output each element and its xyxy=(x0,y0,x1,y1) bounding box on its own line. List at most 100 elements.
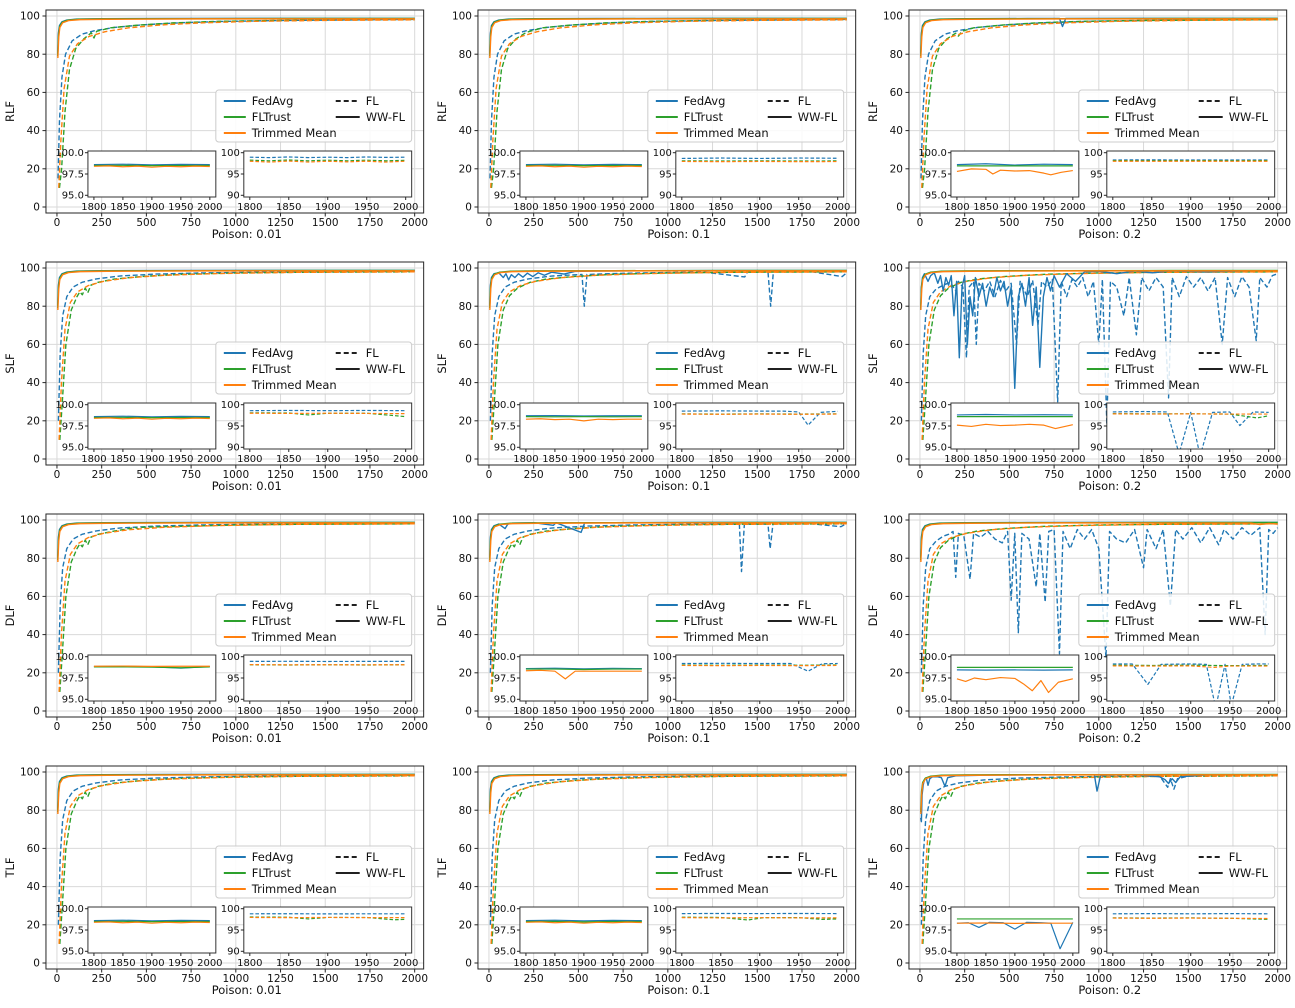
inset-zoom-fl-tick-label-x: 1950 xyxy=(1217,202,1242,213)
inset-zoom-wwfl-tick-label-x: 1900 xyxy=(139,454,164,465)
tick-label-y: 40 xyxy=(27,881,40,893)
inset-zoom-fl-tick-label-y: 95 xyxy=(1090,925,1103,936)
legend: FedAvg FLTrust Trimmed Mean FL WW-FL xyxy=(1078,845,1276,899)
x-axis-label: Poison: 0.01 xyxy=(212,227,282,241)
legend-label-fl: FL xyxy=(1229,94,1243,108)
tick-label-y: 100 xyxy=(883,767,903,779)
inset-zoom-wwfl-tick-label-x: 1900 xyxy=(571,454,596,465)
plot-canvas: 0 250 500 750 1000 1250 1500 1750 20000204060801… xyxy=(431,0,864,252)
inset-zoom-wwfl-tick-label-x: 1900 xyxy=(571,202,596,213)
tick-label-y: 80 xyxy=(27,49,40,61)
inset-zoom-fl-tick-label-x: 1850 xyxy=(276,706,301,717)
legend-label-trimmed-mean: Trimmed Mean xyxy=(1114,630,1200,644)
inset-zoom-wwfl-tick-label-y: 97.5 xyxy=(493,421,515,432)
inset-zoom-fl-tick-label-x: 1850 xyxy=(1139,454,1164,465)
inset-zoom-fl-tick-label-y: 90 xyxy=(227,695,240,706)
inset-zoom-wwfl-tick-label-x: 1900 xyxy=(571,706,596,717)
plot-canvas: 0 250 500 750 1000 1250 1500 1750 20000204060801… xyxy=(863,504,1295,756)
tick-label-y: 60 xyxy=(890,339,903,351)
tick-label-y: 100 xyxy=(452,11,472,23)
tick-label-x: 500 xyxy=(136,721,156,733)
inset-zoom-fl-tick-label-y: 90 xyxy=(1090,947,1103,958)
inset-zoom-wwfl-background xyxy=(87,151,216,197)
x-axis-label: Poison: 0.1 xyxy=(647,227,710,241)
tick-label-x: 500 xyxy=(136,973,156,985)
inset-zoom-fl-tick-label-x: 1800 xyxy=(1100,202,1125,213)
inset-zoom-wwfl-tick-label-x: 1850 xyxy=(974,706,999,717)
tick-label-x: 750 xyxy=(181,721,201,733)
legend-label-fedavg: FedAvg xyxy=(1115,94,1157,108)
tick-label-y: 0 xyxy=(465,454,472,466)
tick-label-x: 250 xyxy=(523,721,543,733)
inset-zoom-wwfl-tick-label-x: 1900 xyxy=(139,202,164,213)
legend-label-trimmed-mean: Trimmed Mean xyxy=(682,378,768,392)
tick-label-x: 0 xyxy=(54,469,61,481)
legend: FedAvg FLTrust Trimmed Mean FL WW-FL xyxy=(1078,89,1276,143)
tick-label-x: 2000 xyxy=(401,721,428,733)
legend-label-ww-fl: WW-FL xyxy=(797,866,837,880)
inset-zoom-fl-tick-label-x: 2000 xyxy=(393,202,418,213)
legend-label-fltrust: FLTrust xyxy=(1115,110,1155,124)
y-axis-label: SLF xyxy=(866,353,880,373)
plot-canvas: 0 250 500 750 1000 1250 1500 1750 20000204060801… xyxy=(0,252,432,504)
legend-label-ww-fl: WW-FL xyxy=(1229,362,1269,376)
tick-label-x: 500 xyxy=(568,721,588,733)
tick-label-y: 0 xyxy=(465,202,472,214)
inset-zoom-wwfl-tick-label-x: 1800 xyxy=(945,706,970,717)
subplot-tlf-poison-0-2: 0 250 500 750 1000 1250 1500 1750 2000 0 20 40 60 80 1… xyxy=(863,756,1295,1008)
tick-label-y: 60 xyxy=(890,591,903,603)
tick-label-y: 0 xyxy=(33,202,40,214)
inset-zoom-fl-tick-label-x: 1900 xyxy=(747,958,772,969)
inset-zoom-wwfl-tick-label-y: 97.5 xyxy=(493,169,515,180)
legend: FedAvg FLTrust Trimmed Mean FL WW-FL xyxy=(646,89,844,143)
inset-zoom-fl-tick-label-x: 1800 xyxy=(237,454,262,465)
inset-zoom-fl-tick-label-y: 90 xyxy=(227,443,240,454)
tick-label-y: 20 xyxy=(890,667,903,679)
x-axis-label: Poison: 0.01 xyxy=(212,731,282,745)
subplot-slf-poison-0-01: 0 250 500 750 1000 1250 1500 1750 2000 0 20 40 60 80 1… xyxy=(0,252,432,504)
inset-zoom-wwfl-tick-label-x: 1850 xyxy=(110,706,135,717)
legend-label-fl: FL xyxy=(797,598,811,612)
legend-label-fedavg: FedAvg xyxy=(1115,598,1157,612)
inset-zoom-wwfl-series-fedavg xyxy=(93,415,210,418)
inset-zoom-fl-tick-label-y: 100 xyxy=(1084,400,1103,411)
x-axis-label: Poison: 0.2 xyxy=(1079,983,1142,997)
legend-label-fltrust: FLTrust xyxy=(1115,362,1155,376)
inset-zoom-fl-tick-label-x: 2000 xyxy=(825,958,850,969)
inset-zoom-wwfl-tick-label-x: 1950 xyxy=(1031,202,1056,213)
tick-label-y: 60 xyxy=(890,87,903,99)
legend-label-ww-fl: WW-FL xyxy=(797,362,837,376)
inset-zoom-fl-background xyxy=(1107,655,1276,701)
inset-zoom-fl-tick-label-x: 1800 xyxy=(669,202,694,213)
tick-label-x: 0 xyxy=(485,469,492,481)
inset-zoom-wwfl-tick-label-x: 1850 xyxy=(110,958,135,969)
legend-label-fl: FL xyxy=(366,346,380,360)
inset-zoom-wwfl-tick-label-x: 1800 xyxy=(81,202,106,213)
tick-label-y: 100 xyxy=(452,515,472,527)
tick-label-y: 60 xyxy=(458,339,471,351)
inset-zoom-wwfl-tick-label-x: 1850 xyxy=(542,454,567,465)
tick-label-y: 80 xyxy=(27,301,40,313)
inset-zoom-fl-tick-label-x: 2000 xyxy=(1256,202,1281,213)
tick-label-x: 500 xyxy=(136,469,156,481)
inset-zoom-fl-tick-label-y: 95 xyxy=(227,673,240,684)
tick-label-x: 1750 xyxy=(357,217,384,229)
inset-zoom-fl-tick-label-x: 2000 xyxy=(825,706,850,717)
x-axis-label: Poison: 0.2 xyxy=(1079,227,1142,241)
inset-zoom-fl-tick-label-y: 90 xyxy=(659,695,672,706)
subplot-dlf-poison-0-2: 0 250 500 750 1000 1250 1500 1750 2000 0 20 40 60 80 1… xyxy=(863,504,1295,756)
inset-zoom-fl-tick-label-y: 90 xyxy=(659,947,672,958)
inset-zoom-wwfl-tick-label-x: 1900 xyxy=(1003,958,1028,969)
tick-label-x: 0 xyxy=(917,973,924,985)
tick-label-x: 500 xyxy=(1000,217,1020,229)
tick-label-y: 20 xyxy=(27,667,40,679)
tick-label-x: 1500 xyxy=(312,217,339,229)
inset-zoom-fl-tick-label-x: 1900 xyxy=(1178,202,1203,213)
tick-label-y: 60 xyxy=(27,339,40,351)
inset-zoom-fl-tick-label-x: 1800 xyxy=(1100,706,1125,717)
tick-label-y: 60 xyxy=(458,591,471,603)
inset-zoom-wwfl-tick-label-x: 1850 xyxy=(974,958,999,969)
tick-label-y: 100 xyxy=(452,767,472,779)
inset-zoom-fl-tick-label-x: 1800 xyxy=(237,706,262,717)
legend-label-fl: FL xyxy=(797,850,811,864)
